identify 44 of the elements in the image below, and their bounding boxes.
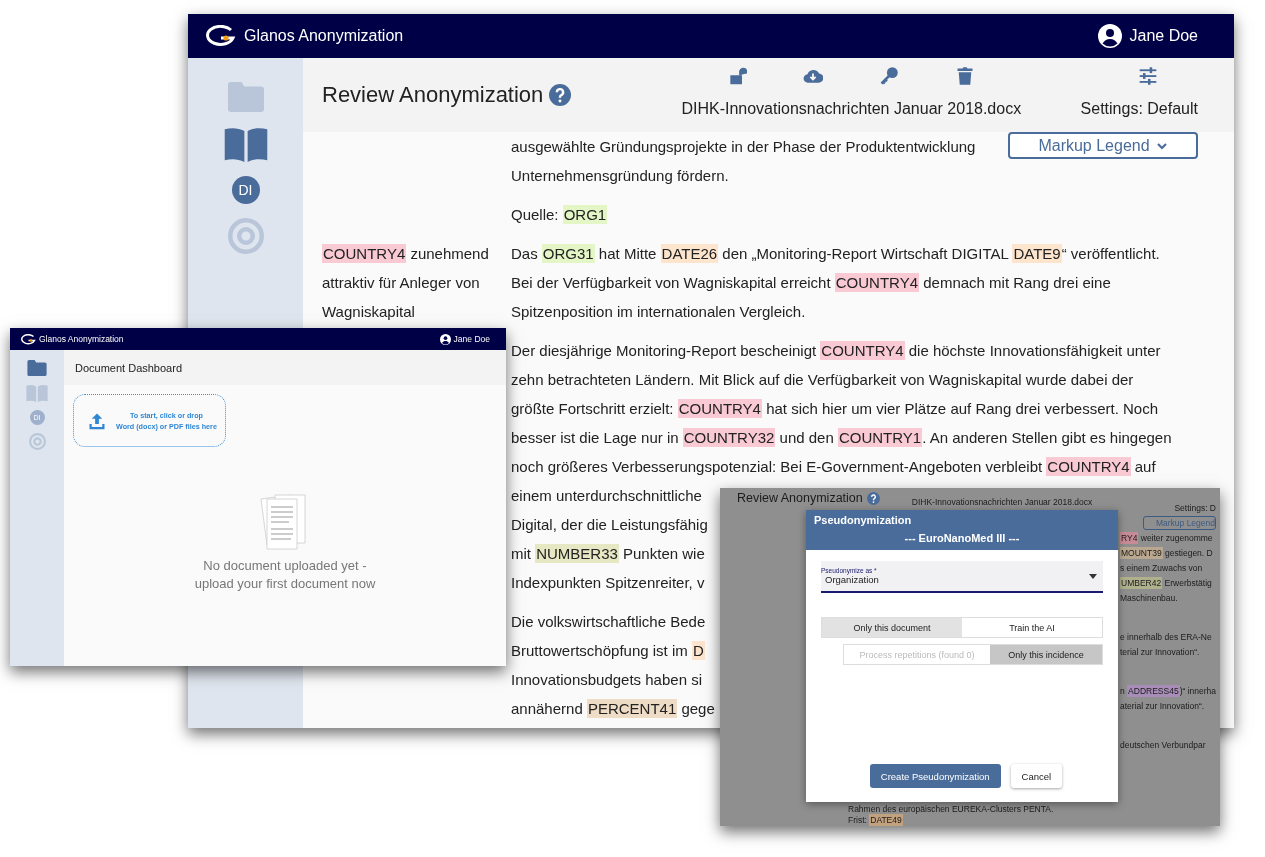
folder-icon[interactable] <box>27 360 47 376</box>
logo-icon <box>204 25 236 47</box>
caret-icon <box>1089 573 1097 579</box>
user-name[interactable]: Jane Doe <box>1129 27 1198 45</box>
empty-state-message: No document uploaded yet - upload your first document now <box>194 557 376 593</box>
help-icon[interactable] <box>866 491 880 505</box>
user-icon <box>1097 24 1122 48</box>
file-name: DIHK-Innovationsnachrichten Januar 2018.docx <box>911 497 1093 507</box>
user-name[interactable]: Jane Doe <box>453 334 490 344</box>
entity-name: --- EuroNanoMed III --- <box>903 532 1021 544</box>
upload-icon <box>88 411 106 430</box>
trash-icon[interactable] <box>955 66 976 86</box>
toggle-option[interactable]: Only this document <box>822 618 962 637</box>
markup-legend-button[interactable]: Markup Legend <box>1008 132 1198 159</box>
help-icon[interactable] <box>549 84 572 106</box>
initials-badge[interactable]: DI <box>231 176 260 204</box>
book-icon[interactable] <box>223 126 268 162</box>
app-title: Glanos Anonymization <box>244 27 404 45</box>
user-icon <box>439 333 451 345</box>
unlock-icon[interactable] <box>727 66 748 86</box>
key-icon[interactable] <box>879 66 900 86</box>
settings-label: Settings: Default <box>1080 100 1198 118</box>
app-title: Glanos Anonymization <box>39 334 124 344</box>
paragraph: n ADDRESS45)“ innerha aterial zur Innovation“. <box>1120 684 1218 713</box>
paragraph: Rahmen des europäischen EUREKA-Clusters PENTA. Frist: DATE49 <box>847 804 1055 826</box>
cancel-button[interactable]: Cancel <box>1010 764 1063 788</box>
page-title: Review Anonymization <box>322 82 544 108</box>
create-button[interactable]: Create Pseudonymization <box>869 764 1001 788</box>
settings-icon[interactable] <box>1138 66 1158 86</box>
paragraph: RY4 weiter zugenomme MOUNT39 gestiegen. D s einem Zuwachs von UMBER42 Erwerbstätig Maschinenbau. <box>1120 531 1214 605</box>
margin-note: COUNTRY4 zunehmend attraktiv für Anleger von Wagniskapital <box>322 243 490 322</box>
toggle-option[interactable]: Only this incidence <box>989 645 1102 664</box>
logo-icon <box>20 333 36 345</box>
paragraph: deutschen Verbundpar <box>1120 739 1207 752</box>
paragraph: ausgewählte Gründungsprojekte in der Phase der Produktentwicklung Unternehmensgründung fördern. <box>511 137 976 186</box>
dialog-title: Pseudonymization <box>814 514 913 526</box>
paragraph: Das ORG31 hat Mitte DATE26 den „Monitoring-Report Wirtschaft DIGITAL DATE9“ veröffentlicht. Bei der Verfügbarkeit von Wagniskapital erreicht COUNTRY4 demnach mit Rang drei eine Spitzenposition im internationalen Vergleich. <box>511 243 1160 322</box>
paragraph: Die volkswirtschaftliche Bede Bruttowertschöpfung ist im D Innovationsbudgets haben si annähernd PERCENT41 gege <box>511 612 715 720</box>
paragraph: Quelle: ORG1 <box>511 204 608 226</box>
page-title: Review Anonymization <box>737 491 863 505</box>
page-title: Document Dashboard <box>64 350 506 385</box>
file-name: DIHK-Innovationsnachrichten Januar 2018.docx <box>681 100 1022 118</box>
paragraph: e innerhalb des ERA-Ne terial zur Innovation“. <box>1120 631 1213 659</box>
settings-label: Settings: D <box>1174 503 1216 513</box>
